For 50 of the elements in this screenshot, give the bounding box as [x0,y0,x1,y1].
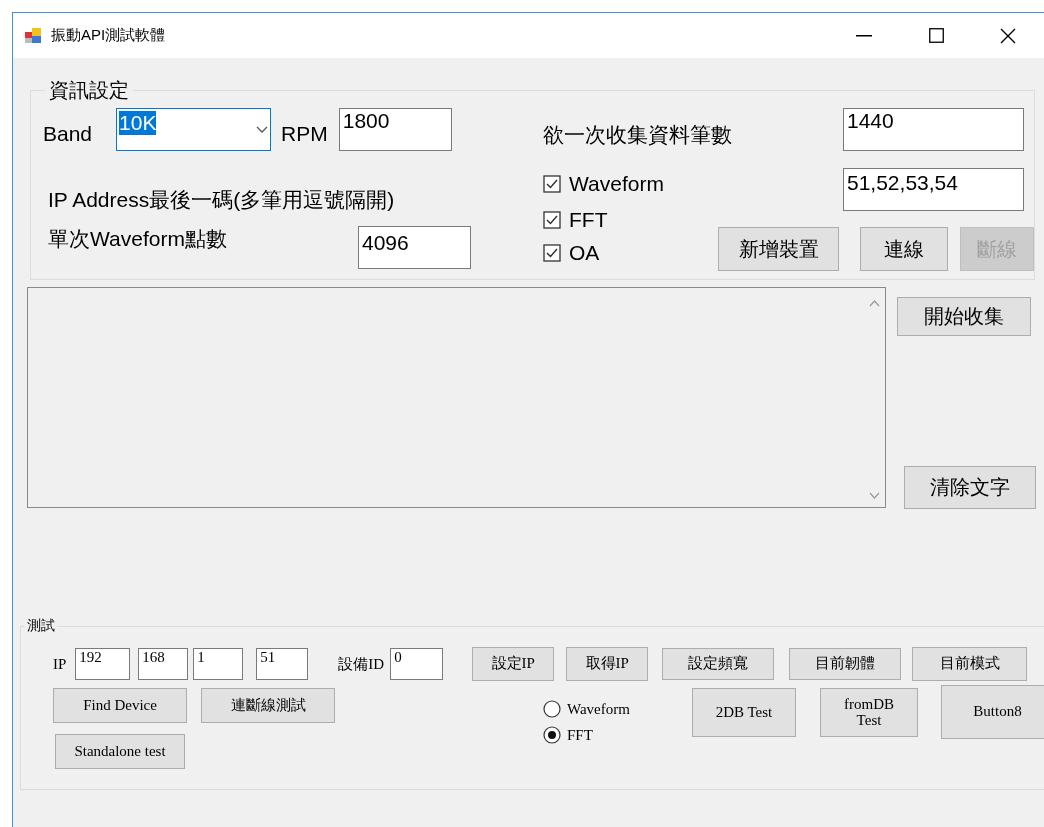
ip-list-field[interactable]: 51,52,53,54 [843,167,1024,211]
maximize-icon[interactable] [928,28,944,43]
checkbox-label[interactable]: Waveform [569,172,664,196]
count-label: 欲一次收集資料筆數 [543,121,733,148]
button[interactable]: 2DB Test [692,688,796,737]
button[interactable]: 取得IP [566,647,649,681]
button[interactable]: 清除文字 [904,466,1036,509]
ip-label: IP [53,655,67,673]
window-title: 振動API測試軟體 [51,26,166,45]
rpm-label: RPM [281,121,328,146]
group-title: 資訊設定 [48,80,130,100]
button[interactable]: 連線 [860,227,948,271]
ip-address-label: IP Address最後一碼(多筆用逗號隔開) [48,187,395,213]
button[interactable]: 目前模式 [912,647,1028,681]
caret-icon[interactable] [256,125,269,134]
group-title: 測試 [26,617,56,635]
device-id-label: 設備ID [338,654,385,674]
close-icon[interactable] [1000,27,1016,44]
ip-field[interactable]: 1 [193,648,244,680]
checkbox[interactable] [543,243,561,262]
checkbox[interactable] [543,210,561,229]
button[interactable]: Button8 [941,685,1044,739]
button[interactable]: fromDB Test [820,688,918,737]
rpm-field[interactable]: 1800 [338,108,452,151]
band-dropdown[interactable]: 10K [116,108,272,151]
ip-field[interactable]: 192 [75,648,131,680]
points-label: 單次Waveform點數 [48,226,228,252]
button[interactable]: 新增裝置 [718,227,839,271]
button[interactable]: 目前韌體 [789,648,902,680]
radio-label[interactable]: Waveform [567,700,630,718]
device-id-field[interactable]: 0 [390,648,444,680]
radio-label[interactable]: FFT [567,726,593,744]
checkbox-label[interactable]: OA [569,240,600,265]
ip-field[interactable]: 168 [138,648,189,680]
button[interactable]: 設定IP [472,647,555,681]
button[interactable]: Find Device [53,688,187,723]
band-label: Band [43,121,93,146]
checkbox-label[interactable]: FFT [569,207,608,232]
button[interactable]: 連斷線測試 [201,688,335,723]
button[interactable]: 設定頻寬 [662,648,775,680]
count-field[interactable]: 1440 [843,108,1024,151]
button[interactable]: Standalone test [55,734,185,769]
minimize-icon[interactable] [856,34,872,37]
ip-field[interactable]: 51 [256,648,309,680]
points-field[interactable]: 4096 [358,226,471,269]
radio-button[interactable] [543,726,561,744]
app-icon [25,27,43,44]
radio-button[interactable] [543,700,561,718]
button[interactable]: 開始收集 [897,297,1031,336]
checkbox[interactable] [543,175,561,193]
